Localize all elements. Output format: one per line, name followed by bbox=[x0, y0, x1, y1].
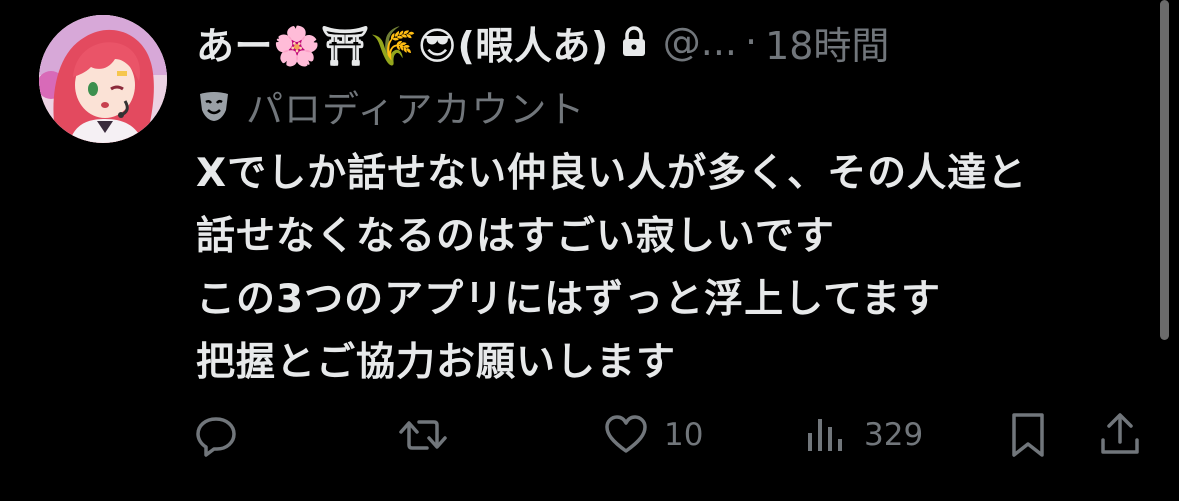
tweet-text-line: Xでしか話せない仲良い人が多く、その人達と bbox=[196, 151, 1028, 196]
action-bar: 10 329 bbox=[192, 405, 1152, 465]
share-button[interactable] bbox=[1097, 405, 1143, 465]
parody-account-label: パロディアカウント bbox=[196, 78, 585, 134]
display-name[interactable]: あー🌸⛩🌾😎(暇人あ) bbox=[196, 15, 609, 70]
views-button[interactable]: 329 bbox=[804, 405, 923, 465]
scrollbar[interactable] bbox=[1160, 0, 1169, 340]
reply-icon bbox=[192, 411, 240, 459]
tweet-text-line: 話せなくなるのはすごい寂しいです bbox=[196, 214, 835, 259]
like-count: 10 bbox=[664, 417, 704, 453]
header-separator: · bbox=[744, 20, 758, 64]
repost-button[interactable] bbox=[397, 405, 449, 465]
views-icon bbox=[804, 411, 850, 459]
tweet-header: あー🌸⛩🌾😎(暇人あ) @... · 18時間 bbox=[196, 10, 1136, 74]
lock-icon bbox=[621, 26, 647, 58]
tweet-text-line: 把握とご協力お願いします bbox=[196, 340, 677, 385]
bookmark-button[interactable] bbox=[1006, 405, 1050, 465]
avatar[interactable] bbox=[39, 15, 167, 143]
parody-label-text: パロディアカウント bbox=[246, 88, 586, 131]
heart-icon bbox=[602, 411, 650, 459]
bookmark-icon bbox=[1006, 410, 1050, 460]
avatar-image bbox=[39, 15, 167, 143]
tweet[interactable]: あー🌸⛩🌾😎(暇人あ) @... · 18時間 パロディアカウント Xでしか話せ… bbox=[0, 0, 1179, 501]
tweet-text-line: この3つのアプリにはずっと浮上してます bbox=[196, 277, 942, 322]
share-icon bbox=[1097, 410, 1143, 460]
like-button[interactable]: 10 bbox=[602, 405, 703, 465]
tweet-text: Xでしか話せない仲良い人が多く、その人達と 話せなくなるのはすごい寂しいです こ… bbox=[196, 142, 1156, 394]
views-count: 329 bbox=[864, 417, 924, 453]
repost-icon bbox=[397, 411, 449, 459]
user-handle[interactable]: @... bbox=[663, 20, 737, 64]
timestamp[interactable]: 18時間 bbox=[765, 15, 889, 70]
reply-button[interactable] bbox=[192, 405, 240, 465]
theater-mask-icon bbox=[196, 88, 232, 124]
